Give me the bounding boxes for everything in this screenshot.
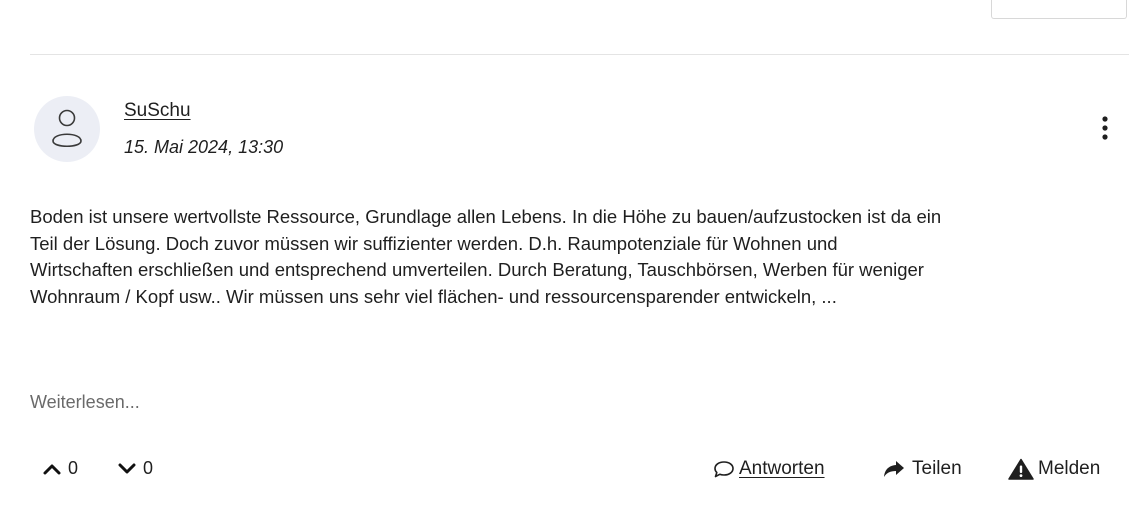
warning-triangle-icon bbox=[1008, 458, 1034, 480]
comment-body-line: Wohnraum / Kopf usw.. Wir müssen uns seh… bbox=[30, 285, 837, 307]
speech-bubble-icon bbox=[714, 461, 734, 478]
report-button[interactable]: Melden bbox=[1008, 458, 1100, 480]
downvote-count: 0 bbox=[143, 458, 154, 478]
kebab-menu-icon bbox=[1102, 116, 1108, 140]
comment-body-line: Boden ist unsere wertvollste Ressource, … bbox=[30, 206, 942, 227]
user-icon bbox=[52, 109, 82, 148]
comment-date: 15. Mai 2024, 13:30 bbox=[124, 137, 284, 157]
comment-body-line: Teil der Lösung. Doch zuvor müssen wir s… bbox=[30, 232, 838, 254]
reply-button[interactable]: Antworten bbox=[713, 458, 825, 480]
reply-label: Antworten bbox=[739, 458, 825, 479]
avatar bbox=[34, 96, 100, 162]
comment-body-line: Wirtschaften erschließen und entsprechen… bbox=[30, 259, 924, 280]
more-options-button[interactable] bbox=[1096, 114, 1114, 142]
chevron-down-icon bbox=[118, 463, 136, 473]
read-more-link[interactable]: Weiterlesen... bbox=[30, 392, 140, 413]
share-arrow-icon bbox=[884, 461, 904, 477]
comment-body: Boden ist unsere wertvollste Ressource, … bbox=[30, 204, 1120, 310]
author-link[interactable]: SuSchu bbox=[124, 100, 191, 122]
comment-footer: 0 0 Antworten Teilen Melden bbox=[0, 452, 1141, 492]
divider bbox=[30, 54, 1129, 55]
report-label: Melden bbox=[1038, 458, 1101, 479]
chevron-up-icon bbox=[43, 464, 61, 474]
share-label: Teilen bbox=[912, 458, 962, 479]
downvote-button[interactable]: 0 bbox=[117, 458, 153, 479]
upvote-count: 0 bbox=[68, 458, 79, 478]
upvote-button[interactable]: 0 bbox=[42, 458, 78, 479]
share-button[interactable]: Teilen bbox=[882, 458, 962, 480]
comment-page: SuSchu 15. Mai 2024, 13:30 Boden ist uns… bbox=[0, 0, 1141, 530]
top-dropdown-edge[interactable] bbox=[991, 0, 1127, 19]
